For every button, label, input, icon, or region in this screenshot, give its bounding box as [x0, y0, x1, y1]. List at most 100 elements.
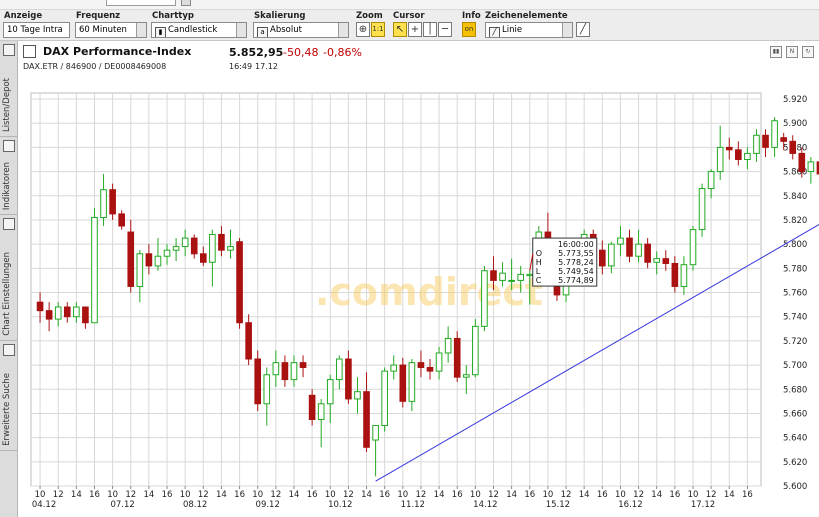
indicator-icon — [3, 140, 15, 152]
candle-body-up — [716, 146, 724, 173]
candle-body-down — [118, 213, 125, 227]
quote-time: 16:49 — [229, 62, 253, 71]
candle-body-up — [290, 362, 298, 381]
x-tick-label: 10 — [688, 490, 699, 500]
tab-label: Indikatoren — [2, 161, 12, 210]
candle-body-up — [100, 189, 107, 219]
candle-body-up — [635, 243, 642, 257]
candle-body-up — [154, 255, 162, 267]
skalierung-value: Absolut — [270, 25, 302, 35]
candle-body-up — [526, 273, 534, 277]
vertical-line-icon[interactable]: │ — [423, 22, 437, 37]
instrument-ident: DAX.ETR / 846900 / DE0008469008 — [23, 62, 167, 71]
zoom-magnifier-icon[interactable]: ⊕ — [356, 22, 370, 37]
x-date-label: 17.12 — [691, 500, 715, 510]
y-tick-label: 5.680 — [783, 385, 807, 395]
candle-body-down — [245, 322, 252, 360]
skalierung-select[interactable]: a Absolut — [253, 22, 349, 38]
horizontal-line-icon[interactable]: ─ — [438, 22, 452, 37]
info-on-button[interactable]: on — [462, 22, 476, 37]
candle-body-up — [381, 370, 388, 427]
y-tick-label: 5.920 — [783, 95, 807, 105]
candle-body-up — [617, 237, 624, 245]
tooltip-value: 5.774,89 — [558, 276, 594, 285]
candle-body-down — [82, 306, 89, 324]
tooltip-value: 5.773,55 — [558, 249, 594, 258]
candle-body-up — [753, 134, 760, 154]
frequenz-select[interactable]: 60 Minuten — [75, 22, 147, 38]
news-icon[interactable]: N — [786, 46, 798, 58]
clipped-button[interactable] — [181, 0, 191, 6]
candle-body-down — [281, 362, 289, 381]
x-tick-label: 12 — [53, 490, 64, 500]
x-tick-label: 10 — [35, 490, 46, 500]
candle-body-up — [272, 362, 280, 376]
tab-indikatoren[interactable]: Indikatoren — [0, 137, 18, 215]
candle-body-down — [63, 306, 71, 318]
candle-body-up — [73, 306, 80, 318]
search-icon — [3, 344, 15, 356]
candlestick-chart[interactable]: 5.9205.9005.8805.8605.8405.8205.8005.780… — [19, 79, 819, 517]
y-tick-label: 5.780 — [783, 264, 807, 274]
x-tick-label: 14 — [651, 490, 662, 500]
x-tick-label: 10 — [615, 490, 626, 500]
x-tick-label: 12 — [270, 490, 281, 500]
candle-body-up — [336, 358, 343, 381]
clipped-input[interactable] — [106, 0, 176, 6]
x-tick-label: 10 — [252, 490, 263, 500]
x-tick-label: 14 — [579, 490, 590, 500]
candle-body-up — [653, 258, 661, 263]
cursor-arrow-icon[interactable]: ↖ — [393, 22, 407, 37]
x-tick-label: 10 — [470, 490, 481, 500]
x-date-label: 14.12 — [473, 500, 497, 510]
candle-body-up — [499, 272, 506, 281]
tab-listen-depot[interactable]: Listen/Depot — [0, 41, 18, 137]
x-tick-label: 14 — [434, 490, 445, 500]
candle-body-down — [671, 262, 679, 287]
y-tick-label: 5.600 — [783, 482, 807, 492]
zeichen-select[interactable]: ╱ Linie — [485, 22, 573, 38]
candlestick-icon: ▮ — [155, 27, 166, 37]
draw-line-icon[interactable]: ╱ — [576, 22, 590, 37]
x-date-label: 11.12 — [401, 500, 425, 510]
cursor-label: Cursor — [393, 11, 425, 21]
crosshair-icon[interactable]: + — [408, 22, 422, 37]
candle-body-up — [444, 337, 452, 354]
candle-body-up — [163, 249, 171, 257]
tab-label: Chart Einstellungen — [2, 252, 12, 336]
x-tick-label: 14 — [724, 490, 735, 500]
candle-body-up — [390, 364, 398, 372]
x-tick-label: 16 — [597, 490, 608, 500]
reload-icon[interactable]: ↻ — [802, 46, 814, 58]
candle-body-up — [263, 374, 271, 405]
anzeige-select[interactable]: 10 Tage Intra — [3, 22, 70, 38]
x-tick-label: 12 — [488, 490, 499, 500]
candle-body-up — [608, 243, 615, 267]
candle-body-down — [762, 134, 769, 148]
x-date-label: 04.12 — [32, 500, 56, 510]
bar-chart-icon[interactable]: ▮▮ — [770, 46, 782, 58]
skalierung-label: Skalierung — [254, 11, 306, 21]
candle-body-up — [517, 273, 525, 281]
x-tick-label: 12 — [416, 490, 427, 500]
chevron-down-icon[interactable] — [236, 23, 246, 37]
zoom-1to1-button[interactable]: 1:1 — [371, 22, 385, 37]
candle-body-down — [453, 337, 461, 378]
y-tick-label: 5.660 — [783, 409, 807, 419]
chevron-down-icon[interactable] — [562, 23, 572, 37]
tab-erweiterte-suche[interactable]: Erweiterte Suche — [0, 341, 18, 451]
settings-icon — [3, 218, 15, 230]
chevron-down-icon[interactable] — [338, 23, 348, 37]
x-tick-label: 16 — [524, 490, 535, 500]
chevron-down-icon[interactable] — [136, 23, 146, 37]
x-tick-label: 10 — [325, 490, 336, 500]
chart-header: DAX Performance-Index DAX.ETR / 846900 /… — [19, 41, 819, 79]
side-tabs: Listen/Depot Indikatoren Chart Einstellu… — [0, 41, 18, 517]
candle-body-down — [199, 253, 207, 263]
tab-chart-einstellungen[interactable]: Chart Einstellungen — [0, 215, 18, 341]
tooltip-label: H — [536, 258, 542, 267]
charttyp-select[interactable]: ▮ Candlestick — [151, 22, 247, 38]
candle-body-up — [744, 152, 751, 160]
top-strip — [0, 0, 819, 10]
x-tick-label: 12 — [633, 490, 644, 500]
